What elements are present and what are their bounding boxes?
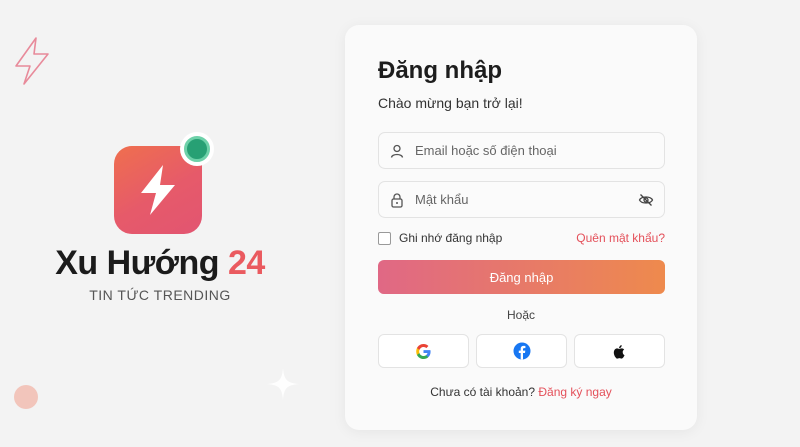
google-login-button[interactable] (378, 334, 469, 368)
brand-name: Xu Hướng 24 (55, 244, 265, 282)
apple-login-button[interactable] (574, 334, 665, 368)
forgot-password-link[interactable]: Quên mật khẩu? (576, 231, 665, 245)
signup-link[interactable]: Đăng ký ngay (538, 385, 611, 399)
facebook-icon (513, 342, 530, 360)
bolt-outline-icon (15, 37, 49, 85)
or-divider: Hoặc (506, 308, 535, 322)
decorative-dot (14, 385, 38, 409)
sparkle-icon (267, 368, 299, 400)
password-input[interactable] (415, 192, 638, 207)
login-title: Đăng nhập (378, 57, 502, 84)
password-field[interactable] (378, 181, 665, 218)
user-icon (389, 143, 405, 159)
remember-checkbox-wrap[interactable]: Ghi nhớ đăng nhập (378, 231, 502, 245)
no-account-text: Chưa có tài khoản? (430, 385, 536, 399)
remember-checkbox[interactable] (378, 231, 391, 245)
email-input[interactable] (415, 143, 654, 158)
google-icon (416, 343, 431, 359)
facebook-login-button[interactable] (476, 334, 567, 368)
email-field[interactable] (378, 132, 665, 169)
signup-prompt: Chưa có tài khoản? Đăng ký ngay (345, 385, 697, 399)
online-badge (180, 132, 214, 166)
login-subtitle: Chào mừng bạn trở lại! (378, 95, 523, 111)
brand-tagline: TIN TỨC TRENDING (89, 287, 231, 303)
login-card: Đăng nhập Chào mừng bạn trở lại! Ghi nhớ… (345, 25, 697, 430)
remember-row: Ghi nhớ đăng nhập Quên mật khẩu? (378, 230, 665, 246)
lightning-icon (141, 165, 175, 215)
brand-name-accent: 24 (227, 244, 265, 282)
eye-off-icon[interactable] (638, 192, 654, 208)
login-button[interactable]: Đăng nhập (378, 260, 665, 294)
brand-block: Xu Hướng 24 TIN TỨC TRENDING (40, 132, 280, 312)
lock-icon (389, 192, 405, 208)
remember-label: Ghi nhớ đăng nhập (399, 231, 503, 245)
apple-icon (613, 344, 625, 359)
